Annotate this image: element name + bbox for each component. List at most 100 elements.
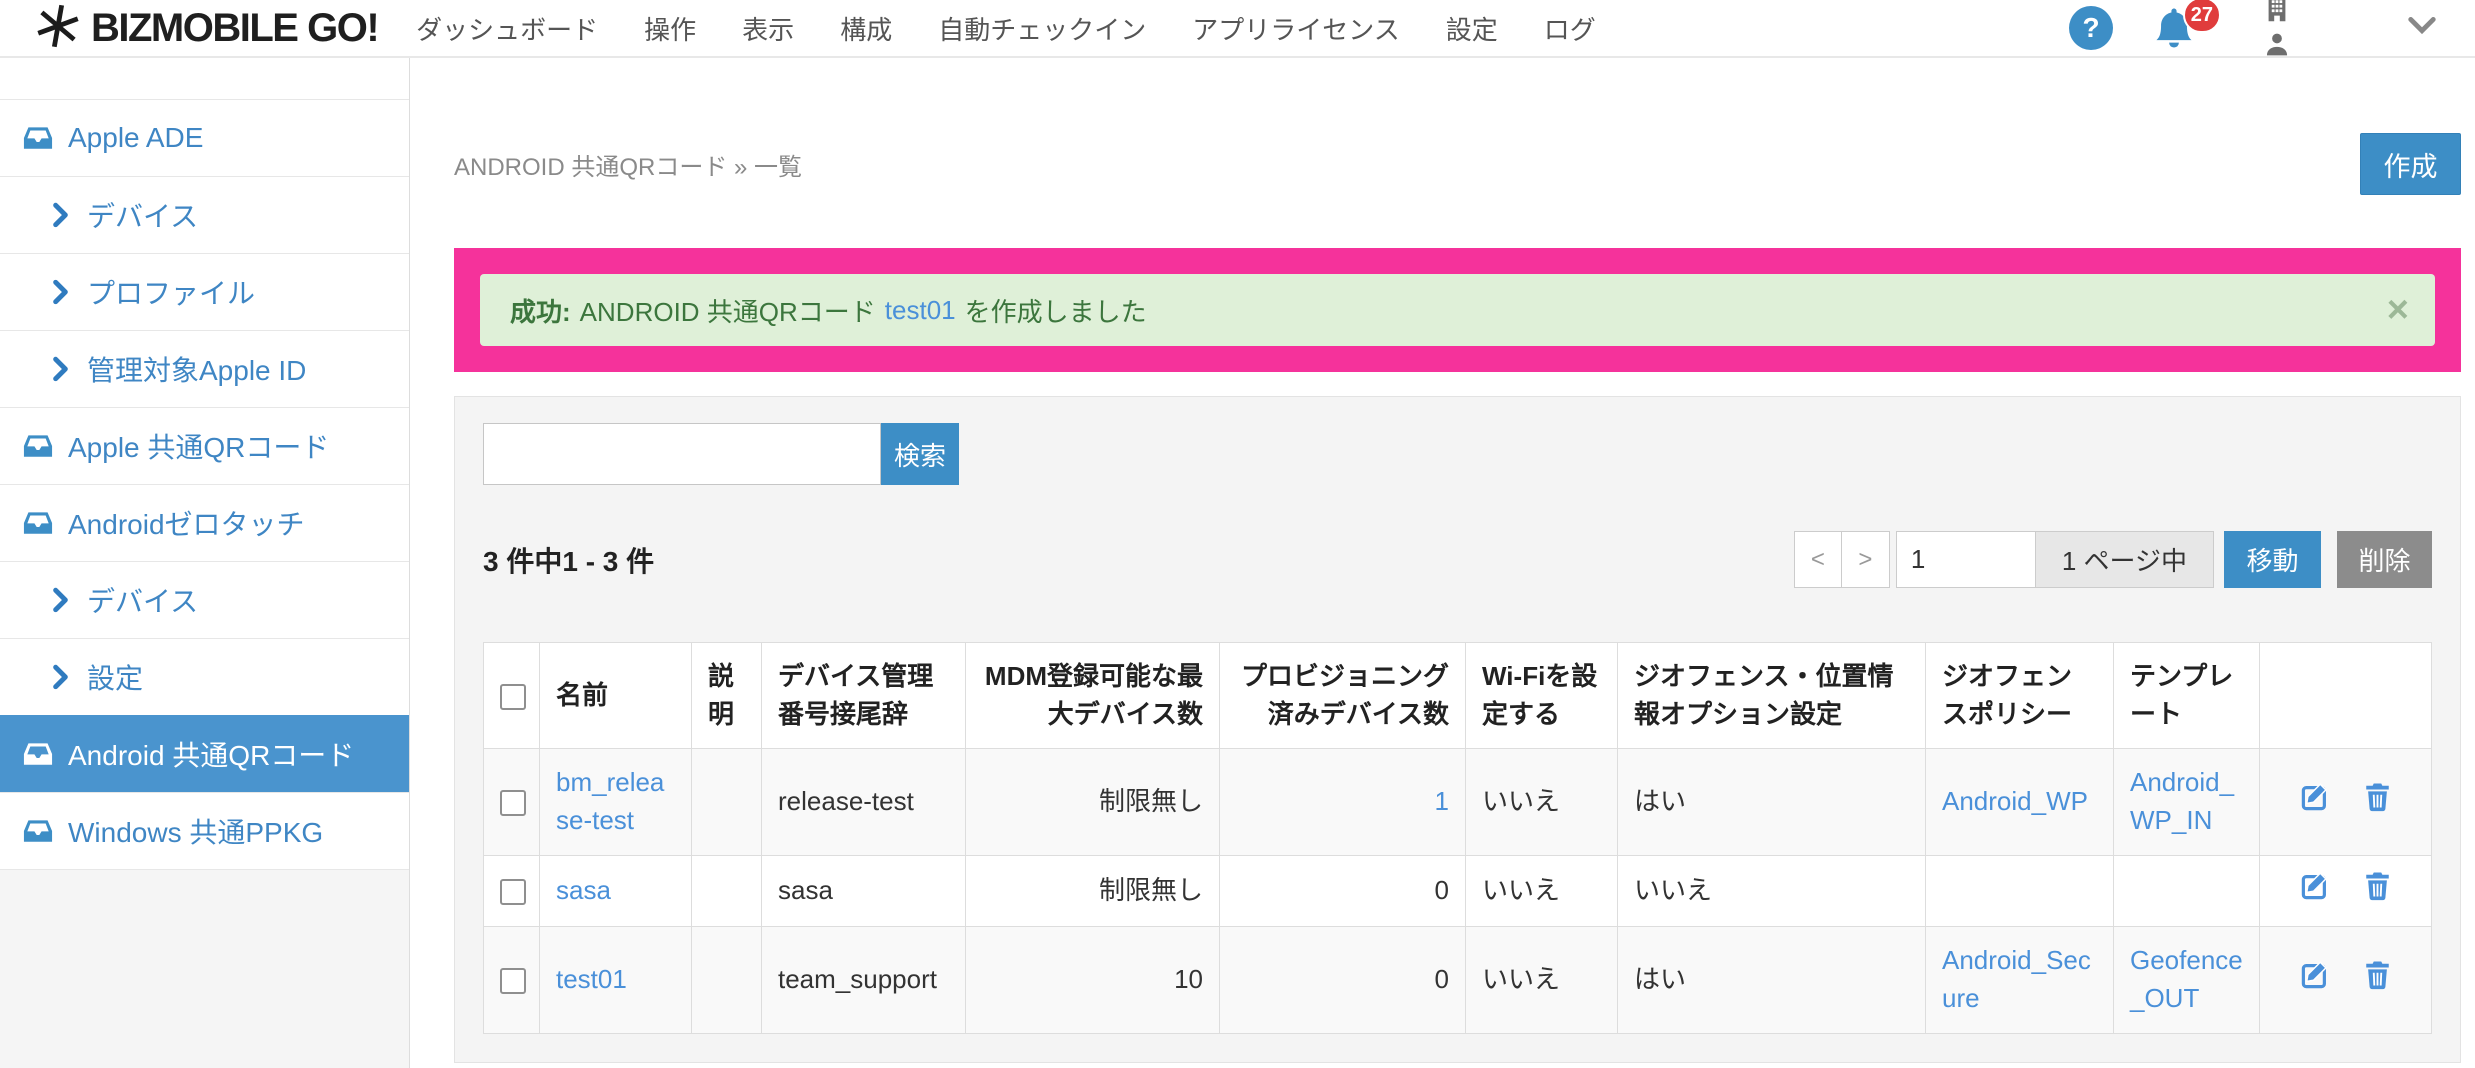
description-cell	[692, 749, 762, 855]
sidebar-item-label: Apple 共通QRコード	[68, 426, 329, 466]
sidebar-item-windows-common-ppkg[interactable]: Windows 共通PPKG	[0, 792, 409, 869]
column-header-geofence-option: ジオフェンス・位置情報オプション設定	[1618, 643, 1926, 749]
column-header-template: テンプレート	[2114, 643, 2260, 749]
nav-settings[interactable]: 設定	[1446, 10, 1498, 47]
sidebar-item-ade-devices[interactable]: デバイス	[0, 176, 409, 253]
sidebar-item-label: Apple ADE	[68, 122, 203, 154]
column-header-wifi: Wi-Fiを設定する	[1466, 643, 1618, 749]
search-button[interactable]: 検索	[881, 423, 959, 485]
nav-dashboard[interactable]: ダッシュボード	[416, 10, 598, 47]
alert-text: を作成しました	[965, 292, 1147, 329]
help-glyph: ?	[2082, 12, 2099, 44]
sidebar-item-label: プロファイル	[87, 272, 255, 312]
provisioned-count-cell: 0	[1220, 927, 1466, 1033]
next-page-button[interactable]: >	[1842, 531, 1890, 588]
table-row: test01 team_support 10 0 いいえ はい Android_…	[484, 927, 2432, 1033]
nav-log[interactable]: ログ	[1544, 10, 1596, 47]
sidebar-item-android-common-qr[interactable]: Android 共通QRコード	[0, 715, 409, 792]
table-row: bm_release-test release-test 制限無し 1 いいえ …	[484, 749, 2432, 855]
edit-icon[interactable]	[2300, 960, 2330, 1001]
sidebar-filler	[0, 869, 409, 1068]
inbox-icon	[23, 508, 53, 538]
geofence-policy-link[interactable]: Android_Secure	[1942, 945, 2091, 1013]
sidebar-item-apple-common-qr[interactable]: Apple 共通QRコード	[0, 407, 409, 484]
alert-close-icon[interactable]: ×	[2387, 291, 2409, 329]
sidebar: Apple ADE デバイス プロファイル 管理対象Apple ID Apple…	[0, 58, 410, 1068]
sidebar-item-android-zero-touch[interactable]: Androidゼロタッチ	[0, 484, 409, 561]
nav-app-license[interactable]: アプリライセンス	[1192, 10, 1399, 47]
sidebar-item-label: Windows 共通PPKG	[68, 811, 323, 851]
sidebar-item-apple-ade[interactable]: Apple ADE	[0, 99, 409, 176]
nav-operations[interactable]: 操作	[644, 10, 696, 47]
wifi-cell: いいえ	[1466, 927, 1618, 1033]
account-menu[interactable]	[2263, 0, 2291, 62]
notifications-bell-icon[interactable]: 27	[2151, 5, 2197, 51]
trash-icon[interactable]	[2364, 782, 2391, 823]
breadcrumb: ANDROID 共通QRコード » 一覧	[454, 147, 802, 182]
chevron-right-icon	[52, 587, 69, 613]
main-nav: ダッシュボード 操作 表示 構成 自動チェックイン アプリライセンス 設定 ログ	[416, 10, 1596, 47]
result-count-summary: 3 件中1 - 3 件	[483, 540, 654, 580]
geofence-option-cell: いいえ	[1618, 855, 1926, 927]
edit-icon[interactable]	[2300, 871, 2330, 912]
sidebar-item-label: 管理対象Apple ID	[87, 349, 306, 389]
organization-building-icon	[2263, 0, 2291, 28]
sidebar-item-zerotouch-devices[interactable]: デバイス	[0, 561, 409, 638]
column-header-name: 名前	[540, 643, 692, 749]
qr-name-link[interactable]: bm_release-test	[556, 767, 664, 835]
sidebar-item-profiles[interactable]: プロファイル	[0, 253, 409, 330]
column-header-geofence-policy: ジオフェンスポリシー	[1926, 643, 2114, 749]
description-cell	[692, 927, 762, 1033]
page-number-input[interactable]	[1896, 531, 2036, 588]
nav-display[interactable]: 表示	[742, 10, 794, 47]
delete-selected-button[interactable]: 削除	[2337, 531, 2432, 588]
table-header-row: 名前 説明 デバイス管理番号接尾辞 MDM登録可能な最大デバイス数 プロビジョニ…	[484, 643, 2432, 749]
top-navbar: BIZMOBILE GO! ダッシュボード 操作 表示 構成 自動チェックイン …	[0, 0, 2475, 58]
go-to-page-button[interactable]: 移動	[2224, 531, 2321, 588]
geofence-policy-link[interactable]: Android_WP	[1942, 786, 2088, 816]
inbox-icon	[23, 739, 53, 769]
pagination-controls: < > 1 ページ中 移動 削除	[1794, 531, 2432, 588]
max-devices-cell: 10	[966, 927, 1220, 1033]
success-alert: 成功: ANDROID 共通QRコード test01 を作成しました ×	[480, 274, 2435, 346]
bizmobile-asterisk-logo-icon	[35, 3, 81, 54]
device-suffix-cell: release-test	[762, 749, 966, 855]
trash-icon[interactable]	[2364, 871, 2391, 912]
qr-name-link[interactable]: test01	[556, 964, 627, 994]
navbar-right: ? 27	[2069, 0, 2445, 62]
alert-created-item-link[interactable]: test01	[885, 295, 956, 326]
help-icon[interactable]: ?	[2069, 6, 2113, 50]
create-button[interactable]: 作成	[2360, 133, 2461, 195]
edit-icon[interactable]	[2300, 782, 2330, 823]
qr-name-link[interactable]: sasa	[556, 875, 611, 905]
provisioned-count-link[interactable]: 1	[1435, 786, 1449, 816]
list-panel: 検索 3 件中1 - 3 件 < > 1 ページ中 移動 削除	[454, 396, 2461, 1063]
template-link[interactable]: Android_WP_IN	[2130, 767, 2234, 835]
nav-configuration[interactable]: 構成	[840, 10, 892, 47]
sidebar-item-label: デバイス	[87, 580, 198, 620]
template-link[interactable]: Geofence_OUT	[2130, 945, 2243, 1013]
notification-count-badge: 27	[2183, 0, 2221, 33]
chevron-down-icon[interactable]	[2407, 16, 2437, 41]
previous-page-button[interactable]: <	[1794, 531, 1842, 588]
device-suffix-cell: team_support	[762, 927, 966, 1033]
select-all-checkbox[interactable]	[500, 684, 526, 710]
column-header-max-devices: MDM登録可能な最大デバイス数	[966, 643, 1220, 749]
trash-icon[interactable]	[2364, 960, 2391, 1001]
search-input[interactable]	[483, 423, 881, 485]
wifi-cell: いいえ	[1466, 855, 1618, 927]
brand[interactable]: BIZMOBILE GO!	[35, 3, 378, 54]
row-checkbox[interactable]	[500, 879, 526, 905]
geofence-option-cell: はい	[1618, 749, 1926, 855]
device-suffix-cell: sasa	[762, 855, 966, 927]
row-checkbox[interactable]	[500, 790, 526, 816]
brand-title: BIZMOBILE GO!	[91, 6, 378, 51]
row-checkbox[interactable]	[500, 968, 526, 994]
sidebar-item-managed-apple-id[interactable]: 管理対象Apple ID	[0, 330, 409, 407]
wifi-cell: いいえ	[1466, 749, 1618, 855]
page-total-label: 1 ページ中	[2036, 531, 2214, 588]
sidebar-item-zerotouch-settings[interactable]: 設定	[0, 638, 409, 715]
max-devices-cell: 制限無し	[966, 749, 1220, 855]
nav-auto-checkin[interactable]: 自動チェックイン	[938, 10, 1146, 47]
sidebar-item-label: Android 共通QRコード	[68, 734, 354, 774]
